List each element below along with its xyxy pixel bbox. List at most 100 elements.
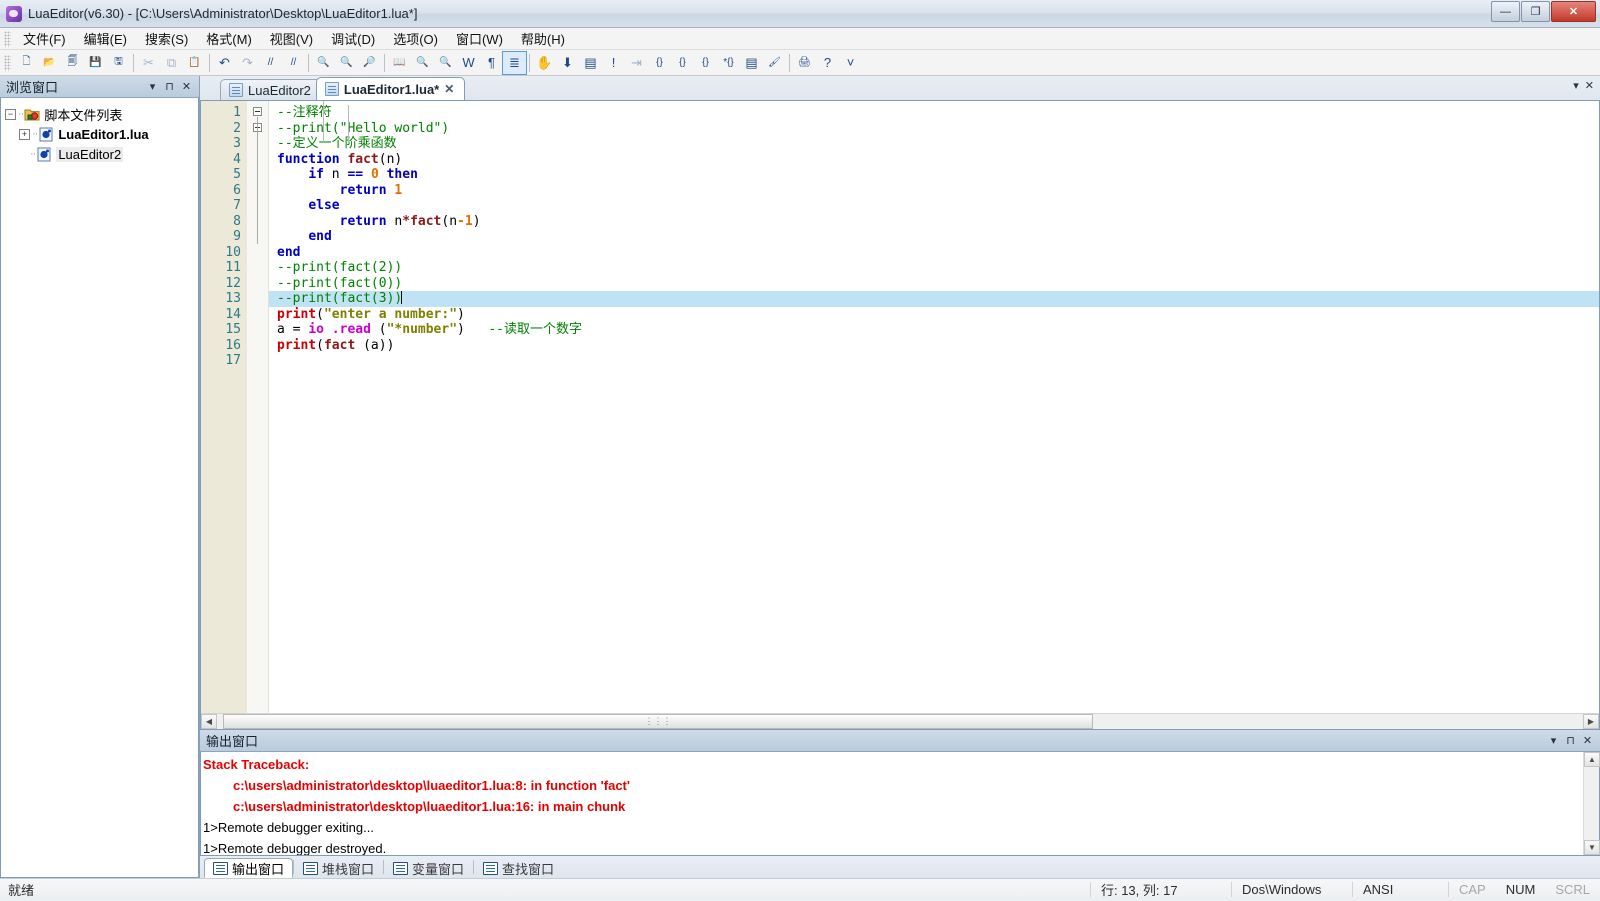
output-pin-icon[interactable]: ⊓ — [1562, 732, 1579, 749]
zoom-in-icon[interactable]: 🔍 — [411, 52, 434, 74]
scroll-right-arrow-icon[interactable]: ▶ — [1583, 714, 1599, 729]
code-token: io — [308, 322, 324, 337]
code-line-5[interactable]: if n == 0 then — [269, 167, 1599, 183]
code-line-17[interactable] — [269, 353, 1599, 369]
editor-horizontal-scrollbar[interactable]: ◀ ⋮⋮⋮ ▶ — [201, 713, 1599, 729]
code-line-9[interactable]: end — [269, 229, 1599, 245]
code-line-13[interactable]: --print(fact(3)) — [269, 291, 1599, 307]
tree-root-node[interactable]: − ·· 脚本文件列表 — [5, 104, 194, 124]
show-whitespace-icon[interactable]: ¶ — [480, 52, 503, 74]
fold-margin[interactable] — [247, 101, 269, 713]
code-line-3[interactable]: --定义一个阶乘函数 — [269, 136, 1599, 152]
menu-item-5[interactable]: 调试(D) — [322, 27, 384, 50]
output-chevron-down-icon[interactable]: ▾ — [1545, 732, 1562, 749]
compile-icon[interactable]: ⬇ — [556, 52, 579, 74]
code-line-11[interactable]: --print(fact(2)) — [269, 260, 1599, 276]
output-line: Stack Traceback: — [203, 754, 1583, 775]
tabstrip-close-icon[interactable]: ✕ — [1585, 79, 1594, 92]
code-line-10[interactable]: end — [269, 245, 1599, 261]
hscroll-thumb[interactable]: ⋮⋮⋮ — [223, 714, 1093, 729]
uncomment-lines-icon[interactable]: // — [282, 52, 305, 74]
code-line-8[interactable]: return n*fact(n-1) — [269, 214, 1599, 230]
editor-tab-1[interactable]: LuaEditor1.lua*✕ — [316, 77, 465, 100]
find-icon[interactable]: 🔍 — [312, 52, 335, 74]
pin-icon[interactable]: ⊓ — [161, 78, 178, 95]
tree-item-1[interactable]: ··LuaEditor2 — [5, 144, 194, 164]
stop-debug-icon[interactable]: ! — [602, 52, 625, 74]
menu-item-7[interactable]: 窗口(W) — [447, 27, 512, 50]
menu-grip-icon[interactable] — [4, 31, 11, 47]
find-in-files-icon[interactable]: 🔎 — [358, 52, 381, 74]
code-line-4[interactable]: function fact(n) — [269, 152, 1599, 168]
chevron-down-icon[interactable]: ▾ — [144, 78, 161, 95]
close-icon[interactable]: ✕ — [178, 78, 195, 95]
find-replace-icon[interactable]: 🔍 — [335, 52, 358, 74]
show-indent-guides-icon[interactable]: ≣ — [503, 52, 526, 74]
code-line-7[interactable]: else — [269, 198, 1599, 214]
bookmark-icon[interactable]: 📖 — [388, 52, 411, 74]
toolbar-grip-icon[interactable] — [4, 55, 11, 71]
save-icon[interactable]: 💾 — [84, 52, 107, 74]
run-to-cursor-icon[interactable]: {} — [694, 52, 717, 74]
zoom-out-icon[interactable]: 🔍 — [434, 52, 457, 74]
menu-item-2[interactable]: 搜索(S) — [136, 27, 197, 50]
tree-item-0[interactable]: +··LuaEditor1.lua — [5, 124, 194, 144]
new-from-template-icon[interactable]: 🗐 — [61, 52, 84, 74]
toolbar-overflow-icon[interactable]: ˅ — [839, 52, 862, 74]
menu-item-0[interactable]: 文件(F) — [14, 27, 75, 50]
code-line-12[interactable]: --print(fact(0)) — [269, 276, 1599, 292]
open-file-icon[interactable]: 📂 — [38, 52, 61, 74]
code-line-6[interactable]: return 1 — [269, 183, 1599, 199]
menu-item-6[interactable]: 选项(O) — [384, 27, 447, 50]
menu-item-1[interactable]: 编辑(E) — [75, 27, 136, 50]
tab-close-icon[interactable]: ✕ — [444, 82, 454, 96]
scroll-down-arrow-icon[interactable]: ▼ — [1584, 840, 1600, 855]
new-file-icon[interactable]: 🗋 — [15, 52, 38, 74]
minimize-button[interactable]: — — [1491, 1, 1520, 22]
comment-lines-icon[interactable]: // — [259, 52, 282, 74]
code-line-1[interactable]: --注释符 — [269, 105, 1599, 121]
paste-icon[interactable]: 📋 — [183, 52, 206, 74]
color-settings-icon[interactable]: 🖌 — [763, 52, 786, 74]
code-line-2[interactable]: --print("Hello world") — [269, 121, 1599, 137]
pan-hand-icon[interactable]: ✋ — [533, 52, 556, 74]
help-icon[interactable]: ? — [816, 52, 839, 74]
close-button[interactable]: ✕ — [1551, 1, 1596, 22]
print-icon[interactable]: 🖨 — [793, 52, 816, 74]
output-tab-2[interactable]: 变量窗口 — [384, 858, 473, 878]
tree-expander-root[interactable]: − — [5, 109, 16, 120]
undo-icon[interactable]: ↶ — [213, 52, 236, 74]
save-all-icon[interactable]: 🖫 — [107, 52, 130, 74]
toggle-breakpoint-icon[interactable]: *{} — [717, 52, 740, 74]
editor-tab-0[interactable]: LuaEditor2 — [220, 79, 322, 100]
output-vertical-scrollbar[interactable]: ▲ ▼ — [1583, 752, 1599, 855]
scroll-left-arrow-icon[interactable]: ◀ — [201, 714, 217, 729]
output-tab-1[interactable]: 堆栈窗口 — [294, 858, 383, 878]
hscroll-track[interactable]: ⋮⋮⋮ — [217, 714, 1583, 729]
fold-toggle-line4[interactable] — [253, 107, 262, 116]
step-return-icon[interactable]: {} — [671, 52, 694, 74]
script-file-tree[interactable]: − ·· 脚本文件列表 +··LuaEditor1.lua··LuaEditor… — [0, 98, 199, 878]
maximize-button[interactable]: ❐ — [1521, 1, 1550, 22]
menu-item-3[interactable]: 格式(M) — [197, 27, 261, 50]
output-close-icon[interactable]: ✕ — [1579, 732, 1596, 749]
menu-item-8[interactable]: 帮助(H) — [512, 27, 574, 50]
tabstrip-dropdown-icon[interactable]: ▾ — [1573, 79, 1579, 92]
menu-item-4[interactable]: 视图(V) — [261, 27, 322, 50]
output-tab-3[interactable]: 查找窗口 — [474, 858, 563, 878]
code-line-14[interactable]: print("enter a number:") — [269, 307, 1599, 323]
code-text-area[interactable]: --注释符--print("Hello world")--定义一个阶乘函数fun… — [269, 101, 1599, 713]
output-text[interactable]: Stack Traceback:c:\users\administrator\d… — [201, 752, 1583, 855]
browse-panel-title: 浏览窗口 — [6, 77, 144, 96]
code-token: "*number" — [387, 322, 457, 337]
step-over-icon[interactable]: {} — [648, 52, 671, 74]
script-settings-icon[interactable]: ▤ — [740, 52, 763, 74]
word-wrap-icon[interactable]: W — [457, 52, 480, 74]
run-script-icon[interactable]: ▤ — [579, 52, 602, 74]
code-line-15[interactable]: a = io .read ("*number") --读取一个数字 — [269, 322, 1599, 338]
scroll-up-arrow-icon[interactable]: ▲ — [1584, 752, 1600, 767]
vscroll-track[interactable] — [1584, 767, 1599, 840]
code-line-16[interactable]: print(fact (a)) — [269, 338, 1599, 354]
output-tab-0[interactable]: 输出窗口 — [204, 858, 293, 878]
tree-expander-0[interactable]: + — [19, 129, 30, 140]
